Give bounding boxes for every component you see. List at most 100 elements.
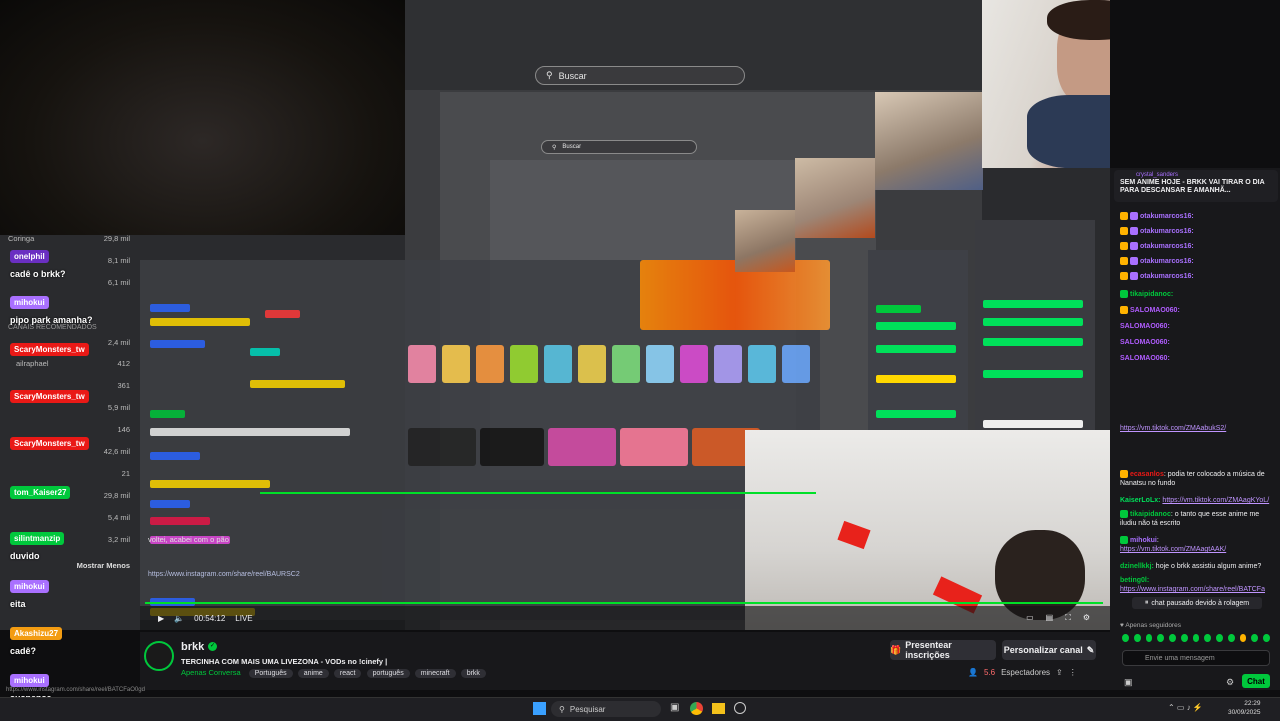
edit-icon: ✎: [1086, 644, 1095, 655]
thumbnail: [578, 345, 606, 383]
stream-meta: Apenas Conversa Português anime react po…: [181, 668, 489, 678]
file-explorer-icon[interactable]: [712, 703, 725, 714]
chat-send-button[interactable]: Chat: [1242, 674, 1270, 688]
webcam-room: [745, 430, 1110, 630]
emote-bar: [1122, 634, 1272, 642]
play-icon[interactable]: ▶: [158, 614, 164, 623]
fullscreen-icon[interactable]: ⛶: [1065, 613, 1071, 623]
viewer-count: 👤 5.6 Espectadores ⇪ ⋮: [968, 668, 1077, 677]
obs-icon[interactable]: [734, 702, 746, 714]
chat-badge: [150, 340, 205, 348]
chat-message: ecasanlos: podia ter colocado a música d…: [1120, 470, 1265, 487]
thumbnail: [748, 345, 776, 383]
chat-message: SALOMAO060:: [1120, 339, 1170, 346]
nested-stream-3: voltei, acabei com o pão https://www.ins…: [140, 260, 830, 620]
thumbnail: [548, 428, 616, 466]
progress-bar[interactable]: [145, 602, 1103, 604]
side-channel-row[interactable]: ailraphael 412: [8, 359, 130, 368]
chat-message: SALOMAO060:: [1120, 306, 1276, 315]
inner-chat-link: https://www.instagram.com/share/reel/BAU…: [148, 571, 300, 578]
tag[interactable]: anime: [297, 669, 329, 678]
followers-only-label: ♥ Apenas seguidores: [1120, 622, 1181, 629]
thumbnail: [510, 345, 538, 383]
webcam-dark-feed: [0, 0, 405, 235]
chat-message: KaiserLoLx: https://vm.tiktok.com/ZMAagK…: [1120, 497, 1270, 504]
chat-message: otakumarcos16:: [1120, 242, 1276, 251]
webcam-main: [982, 0, 1110, 168]
thumbnail: [544, 345, 572, 383]
chat-paused-banner[interactable]: ⏸ chat pausado devido à rolagem: [1132, 597, 1262, 609]
thumbnail: [408, 428, 476, 466]
chat-message: otakumarcos16:: [1120, 272, 1276, 281]
thumbnail: [442, 345, 470, 383]
side-channel-row[interactable]: 5,9 mil: [8, 403, 130, 412]
chat-badge: [150, 428, 350, 436]
side-channel-row[interactable]: 21: [8, 469, 130, 478]
chat-message: https://vm.tiktok.com/ZMAabukS2/: [1120, 425, 1227, 432]
chat-badge: [150, 517, 210, 525]
tag[interactable]: brkk: [460, 669, 486, 678]
overlay-message: onelphil cadê o brkk?: [10, 250, 66, 279]
webcam-nested-3: [735, 210, 795, 272]
chat-message: beting0l: https://www.instagram.com/share…: [1120, 577, 1265, 593]
chat-input[interactable]: Envie uma mensagem: [1122, 650, 1270, 666]
verified-icon: ✓: [208, 642, 217, 651]
side-channel-row[interactable]: 5,4 mil: [8, 513, 130, 522]
stream-video[interactable]: ⚲ Buscar ⚲ Buscar voltei, acabei com o p…: [0, 0, 1110, 630]
more-icon[interactable]: ⋮: [1069, 668, 1077, 677]
left-overlay: Coringa 29,8 mil 8,1 mil 6,1 mil CANAIS R…: [0, 228, 135, 703]
tag[interactable]: Português: [248, 669, 293, 678]
chat-badge: [150, 318, 250, 326]
gift-subs-button[interactable]: 🎁 Presentear inscrições: [890, 640, 996, 660]
customize-channel-button[interactable]: Personalizar canal ✎: [1002, 640, 1096, 660]
captured-search-bar: ⚲ Buscar: [535, 66, 745, 85]
chat-message: tikaipidanoc: o tanto que esse anime me …: [1120, 510, 1260, 527]
gift-icon: 🎁: [890, 644, 902, 655]
viewers-icon: 👤: [968, 668, 978, 677]
chat-message: mihokui: https://vm.tiktok.com/ZMAagtAAK/: [1120, 536, 1227, 553]
chat-badge: [150, 452, 200, 460]
overlay-message: ScaryMonsters_tw: [10, 433, 89, 451]
avatar[interactable]: [144, 641, 174, 671]
overlay-message: mihokui pipo park amanha?: [10, 296, 93, 325]
theater-icon[interactable]: ▤: [1046, 613, 1054, 623]
chat-message: SALOMAO060:: [1120, 323, 1170, 330]
search-icon: ⚲: [559, 704, 565, 714]
thumbnail: [782, 345, 810, 383]
webcam-nested-2: [795, 158, 875, 238]
chat-message: otakumarcos16:: [1120, 227, 1276, 236]
chat-badge: [150, 500, 190, 508]
category-link[interactable]: Apenas Conversa: [181, 668, 241, 677]
tray-icons[interactable]: ⌃ ▭ ♪ ⚡: [1168, 703, 1203, 712]
chrome-icon[interactable]: [690, 702, 703, 715]
overlay-message: ScaryMonsters_tw: [10, 386, 89, 404]
task-view-icon[interactable]: ▣: [670, 702, 679, 713]
overlay-message: mihokui eita: [10, 576, 49, 612]
pinned-message[interactable]: crystal_sanders SEM ANIME HOJE - BRKK VA…: [1114, 170, 1278, 202]
channel-name[interactable]: brkk: [181, 641, 204, 653]
overlay-message: tom_Kaiser27: [10, 482, 71, 500]
tag[interactable]: minecraft: [414, 669, 456, 678]
side-channel-row[interactable]: Coringa 29,8 mil: [8, 234, 130, 243]
chat-badge: [150, 480, 270, 488]
player-controls: ▶ 🔈 00:54:12 LIVE ▭ ▤ ⛶ ⚙: [140, 606, 1110, 630]
tag[interactable]: react: [333, 669, 362, 678]
chat-badge: [265, 310, 300, 318]
share-icon[interactable]: ⇪: [1056, 668, 1063, 677]
settings-icon[interactable]: ⚙: [1083, 613, 1090, 623]
windows-start-icon[interactable]: [533, 702, 546, 715]
chat-badge: [250, 380, 345, 388]
stream-title: TERCINHA COM MAIS UMA LIVEZONA - VODs no…: [181, 657, 388, 666]
taskbar-search[interactable]: ⚲ Pesquisar: [551, 701, 661, 717]
webcam-nested-1: [875, 92, 983, 190]
thumbnail: [714, 345, 742, 383]
thumbnail: [480, 428, 544, 466]
clock[interactable]: 22:29 30/09/2025: [1228, 699, 1261, 717]
clip-icon[interactable]: ▭: [1026, 613, 1034, 623]
chat-settings-icon[interactable]: ⚙: [1226, 677, 1234, 688]
hover-link: https://www.instagram.com/share/reel/BAT…: [6, 687, 145, 693]
bits-icon[interactable]: ▣: [1124, 677, 1133, 688]
volume-icon[interactable]: 🔈: [174, 614, 184, 623]
tag[interactable]: português: [366, 669, 410, 678]
chat-message: tikaipidanoc:: [1120, 290, 1276, 299]
